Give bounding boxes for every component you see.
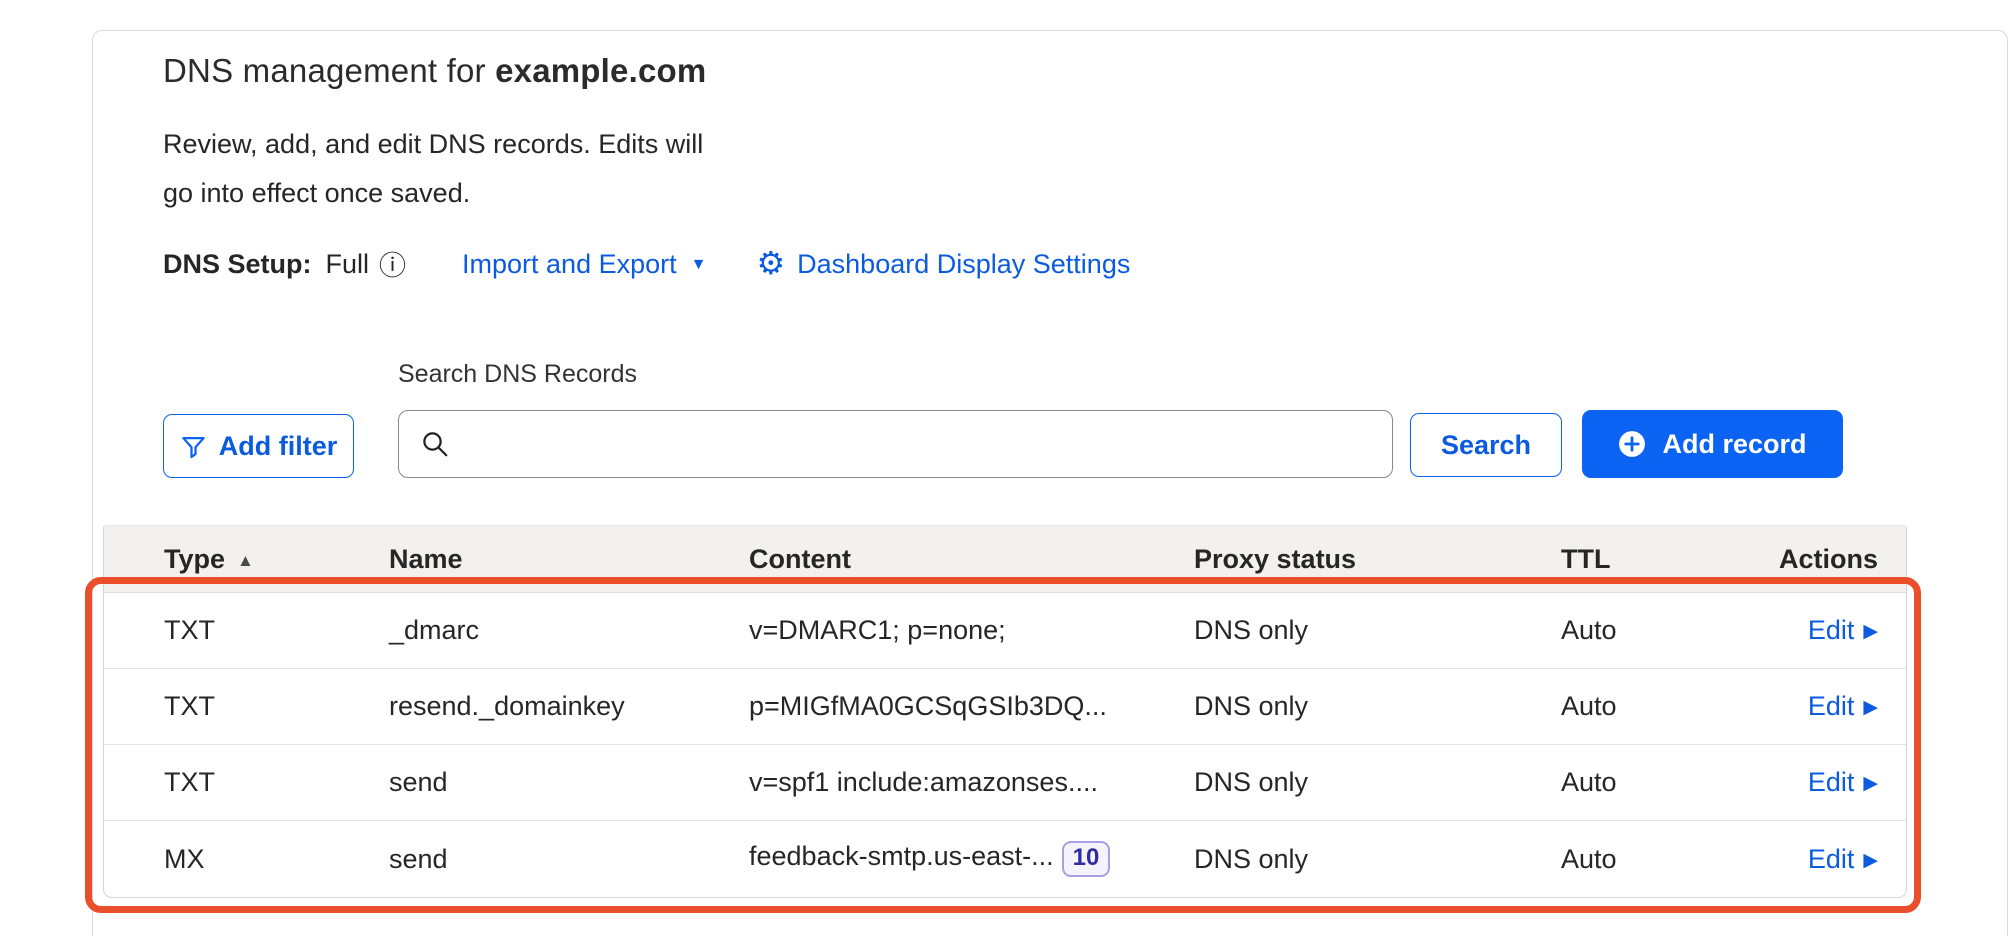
cell-type: TXT bbox=[164, 767, 389, 798]
add-filter-button[interactable]: Add filter bbox=[163, 414, 354, 478]
cell-proxy-status: DNS only bbox=[1194, 615, 1561, 646]
sort-asc-icon: ▲ bbox=[237, 551, 254, 571]
table-header-row: Type▲ Name Content Proxy status TTL Acti… bbox=[104, 526, 1906, 593]
table-row: MX send feedback-smtp.us-east-...10 DNS … bbox=[104, 821, 1906, 897]
gear-icon: ⚙ bbox=[756, 244, 785, 282]
column-header-content[interactable]: Content bbox=[749, 544, 1194, 575]
column-header-name[interactable]: Name bbox=[389, 544, 749, 575]
plus-circle-icon bbox=[1618, 430, 1646, 458]
add-record-button[interactable]: Add record bbox=[1582, 410, 1843, 478]
import-export-dropdown[interactable]: Import and Export ▼ bbox=[462, 249, 706, 280]
cell-content: v=spf1 include:amazonses.... bbox=[749, 767, 1194, 798]
chevron-down-icon: ▼ bbox=[691, 256, 707, 274]
page-description-line2: go into effect once saved. bbox=[163, 169, 703, 218]
edit-button[interactable]: Edit▶ bbox=[1808, 691, 1878, 722]
column-header-ttl[interactable]: TTL bbox=[1561, 544, 1761, 575]
cell-content: p=MIGfMA0GCSqGSIb3DQ... bbox=[749, 691, 1194, 722]
page-title-prefix: DNS management for bbox=[163, 52, 495, 89]
page-description-line1: Review, add, and edit DNS records. Edits… bbox=[163, 120, 703, 169]
cell-type: TXT bbox=[164, 691, 389, 722]
cell-actions: Edit▶ bbox=[1808, 844, 1878, 875]
add-record-label: Add record bbox=[1662, 429, 1806, 460]
cell-content: v=DMARC1; p=none; bbox=[749, 615, 1194, 646]
cell-name: send bbox=[389, 767, 749, 798]
info-icon[interactable]: ⓘ bbox=[379, 244, 406, 283]
dns-setup-row: DNS Setup: Full ⓘ Import and Export ▼ ⚙ Da… bbox=[163, 244, 1130, 284]
dashboard-display-settings-link[interactable]: ⚙ Dashboard Display Settings bbox=[756, 245, 1130, 283]
cell-actions: Edit▶ bbox=[1808, 615, 1878, 646]
search-input[interactable] bbox=[398, 410, 1393, 478]
domain-name: example.com bbox=[495, 52, 706, 89]
cell-content: feedback-smtp.us-east-...10 bbox=[749, 841, 1194, 877]
cell-ttl: Auto bbox=[1561, 691, 1761, 722]
dns-records-table: Type▲ Name Content Proxy status TTL Acti… bbox=[103, 525, 1907, 898]
edit-button[interactable]: Edit▶ bbox=[1808, 615, 1878, 646]
edit-arrow-icon: ▶ bbox=[1863, 849, 1878, 872]
cell-proxy-status: DNS only bbox=[1194, 844, 1561, 875]
search-button[interactable]: Search bbox=[1410, 413, 1562, 477]
cell-ttl: Auto bbox=[1561, 767, 1761, 798]
cell-name: send bbox=[389, 844, 749, 875]
search-records-label: Search DNS Records bbox=[398, 360, 637, 389]
cell-name: resend._domainkey bbox=[389, 691, 749, 722]
add-filter-label: Add filter bbox=[219, 431, 338, 462]
cell-proxy-status: DNS only bbox=[1194, 691, 1561, 722]
dashboard-display-settings-label: Dashboard Display Settings bbox=[797, 249, 1130, 280]
search-box bbox=[398, 410, 1393, 478]
cell-type: TXT bbox=[164, 615, 389, 646]
page-description: Review, add, and edit DNS records. Edits… bbox=[163, 120, 703, 218]
mx-priority-badge: 10 bbox=[1062, 841, 1111, 877]
filter-icon bbox=[180, 433, 207, 460]
table-row: TXT resend._domainkey p=MIGfMA0GCSqGSIb3… bbox=[104, 669, 1906, 745]
cell-ttl: Auto bbox=[1561, 615, 1761, 646]
cell-proxy-status: DNS only bbox=[1194, 767, 1561, 798]
cell-actions: Edit▶ bbox=[1808, 767, 1878, 798]
search-button-label: Search bbox=[1441, 430, 1531, 461]
column-header-actions: Actions bbox=[1779, 544, 1878, 575]
edit-arrow-icon: ▶ bbox=[1863, 772, 1878, 795]
column-header-proxy-status[interactable]: Proxy status bbox=[1194, 544, 1561, 575]
edit-button[interactable]: Edit▶ bbox=[1808, 767, 1878, 798]
import-export-label: Import and Export bbox=[462, 249, 677, 280]
table-row: TXT _dmarc v=DMARC1; p=none; DNS only Au… bbox=[104, 593, 1906, 669]
column-header-type[interactable]: Type▲ bbox=[164, 544, 389, 575]
table-row: TXT send v=spf1 include:amazonses.... DN… bbox=[104, 745, 1906, 821]
cell-name: _dmarc bbox=[389, 615, 749, 646]
cell-actions: Edit▶ bbox=[1808, 691, 1878, 722]
cell-type: MX bbox=[164, 844, 389, 875]
search-icon bbox=[420, 429, 450, 459]
dns-management-page: DNS management for example.com Review, a… bbox=[0, 0, 2012, 936]
page-title: DNS management for example.com bbox=[163, 52, 706, 90]
dns-setup-label: DNS Setup: bbox=[163, 249, 312, 280]
edit-arrow-icon: ▶ bbox=[1863, 696, 1878, 719]
dns-setup-value: Full bbox=[326, 249, 370, 280]
cell-ttl: Auto bbox=[1561, 844, 1761, 875]
edit-button[interactable]: Edit▶ bbox=[1808, 844, 1878, 875]
edit-arrow-icon: ▶ bbox=[1863, 620, 1878, 643]
